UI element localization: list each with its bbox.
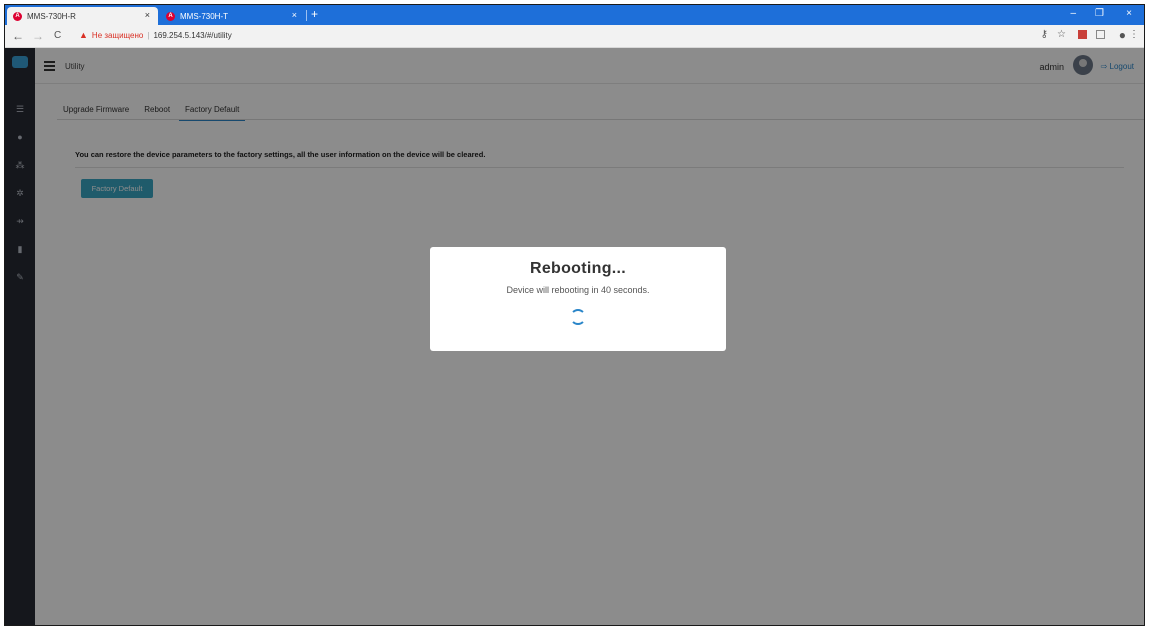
menu-icon[interactable]: ⋮ — [1129, 29, 1139, 40]
tab-title: MMS-730H-R — [27, 11, 76, 21]
reload-icon[interactable]: C — [54, 30, 61, 41]
forward-icon[interactable]: → — [32, 29, 44, 43]
back-icon[interactable]: ← — [12, 29, 24, 43]
key-icon[interactable]: ⚷ — [1041, 29, 1048, 40]
extension-icon[interactable] — [1078, 30, 1087, 39]
security-label: Не защищено — [91, 30, 144, 40]
loading-spinner-icon — [570, 309, 586, 325]
angular-favicon-icon: A — [166, 11, 175, 21]
warning-icon: ▲ — [79, 30, 88, 40]
browser-tab-active[interactable]: A MMS-730H-R × — [7, 7, 158, 25]
new-tab-button[interactable]: + — [311, 7, 318, 21]
dialog-message: Device will rebooting in 40 seconds. — [506, 285, 650, 295]
close-tab-icon[interactable]: × — [145, 10, 150, 20]
star-icon[interactable]: ☆ — [1057, 29, 1066, 40]
close-window-icon[interactable]: × — [1126, 8, 1132, 19]
tab-separator — [306, 10, 307, 21]
tab-bar: A MMS-730H-R × A MMS-730H-T × + – ❐ × — [5, 5, 1144, 25]
minimize-icon[interactable]: – — [1070, 8, 1076, 19]
address-bar: ← → C ▲ Не защищено | 169.254.5.143/#/ut… — [5, 25, 1144, 48]
rebooting-dialog: Rebooting... Device will rebooting in 40… — [430, 247, 726, 351]
browser-tab[interactable]: A MMS-730H-T × — [160, 7, 306, 25]
tab-title: MMS-730H-T — [180, 11, 229, 21]
url-text: 169.254.5.143/#/utility — [153, 30, 232, 40]
restore-icon[interactable]: ❐ — [1095, 8, 1104, 19]
dialog-title: Rebooting... — [529, 260, 627, 277]
browser-window: A MMS-730H-R × A MMS-730H-T × + – ❐ × ← … — [4, 4, 1145, 626]
extension-icon[interactable] — [1096, 30, 1105, 39]
omnibox[interactable]: ▲ Не защищено | 169.254.5.143/#/utility — [79, 30, 232, 40]
angular-favicon-icon: A — [13, 11, 22, 21]
close-tab-icon[interactable]: × — [292, 10, 297, 20]
profile-icon[interactable]: ● — [1119, 28, 1126, 42]
omnibox-separator: | — [147, 30, 150, 40]
